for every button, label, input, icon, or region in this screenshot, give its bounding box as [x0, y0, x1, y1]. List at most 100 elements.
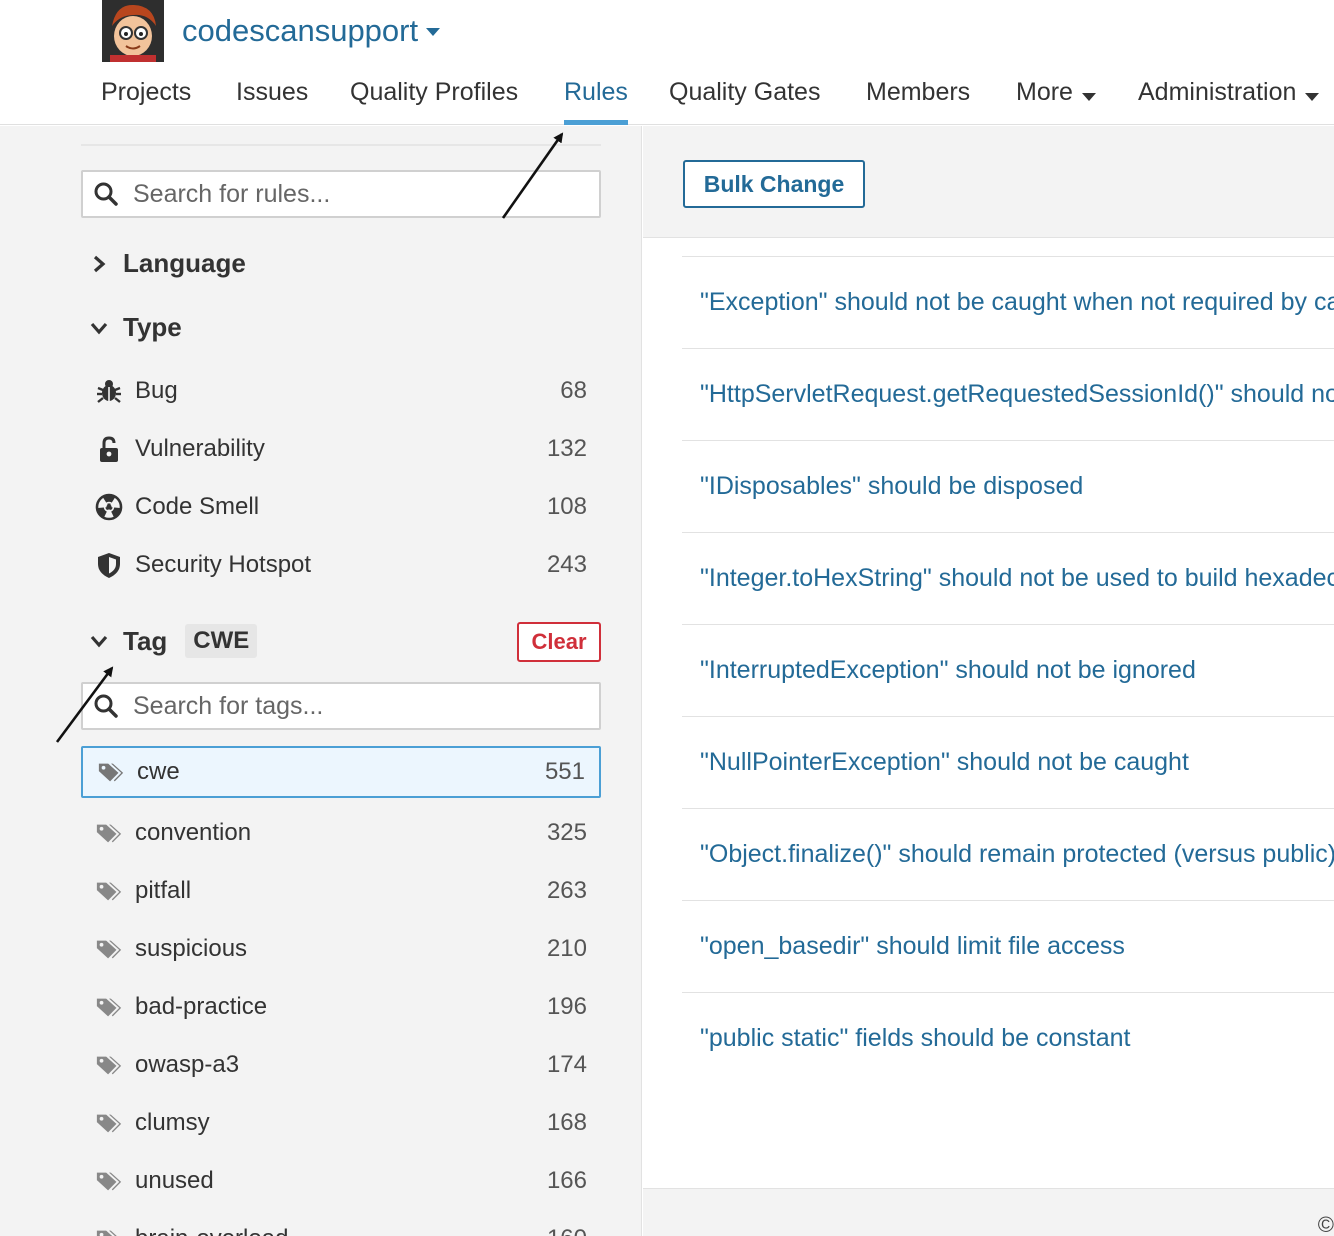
facet-item-count: 132: [546, 435, 587, 462]
facet-tag-suspicious[interactable]: suspicious 210: [81, 923, 601, 975]
facet-tag-pitfall[interactable]: pitfall 263: [81, 865, 601, 917]
facet-tag-convention[interactable]: convention 325: [81, 807, 601, 859]
nav-administration[interactable]: Administration: [1138, 78, 1320, 125]
tags-icon: [95, 1225, 123, 1236]
rules-toolbar: Bulk Change: [643, 126, 1334, 238]
facet-type-bug[interactable]: Bug 68: [81, 365, 601, 417]
rule-row[interactable]: "InterruptedException" should not be ign…: [682, 624, 1334, 716]
rule-row[interactable]: "Object.finalize()" should remain protec…: [682, 808, 1334, 900]
facet-item-label: Bug: [135, 377, 178, 404]
bulk-change-button[interactable]: Bulk Change: [683, 160, 865, 208]
organization-switcher[interactable]: codescansupport: [102, 0, 441, 62]
facet-item-label: suspicious: [135, 935, 248, 962]
rule-link[interactable]: "public static" fields should be constan…: [700, 1024, 1131, 1053]
chevron-down-icon: [88, 317, 110, 339]
rule-link[interactable]: "Integer.toHexString" should not be used…: [700, 564, 1334, 593]
rule-link[interactable]: "open_basedir" should limit file access: [700, 932, 1125, 961]
avatar-image: [102, 0, 164, 62]
facet-tag-header[interactable]: Tag CWE: [88, 624, 258, 658]
nav-members[interactable]: Members: [866, 78, 970, 125]
facet-item-count: 174: [546, 1051, 587, 1078]
clear-tag-filter-button[interactable]: Clear: [517, 622, 601, 662]
rule-row[interactable]: "HttpServletRequest.getRequestedSessionI…: [682, 348, 1334, 440]
facet-item-count: 325: [546, 819, 587, 846]
nav-label: Projects: [101, 78, 192, 106]
divider: [81, 144, 601, 146]
facet-tag-brain-overload[interactable]: brain-overload 160: [81, 1213, 601, 1236]
facet-title: Language: [123, 248, 246, 278]
tags-icon: [95, 1109, 123, 1137]
nav-label: More: [1016, 78, 1073, 106]
nav-projects[interactable]: Projects: [101, 78, 191, 125]
facet-item-label: bad-practice: [135, 993, 268, 1020]
facet-tag-unused[interactable]: unused 166: [81, 1155, 601, 1207]
rule-link[interactable]: "NullPointerException" should not be cau…: [700, 748, 1189, 777]
facet-language-header[interactable]: Language: [88, 248, 246, 279]
facet-item-count: 210: [546, 935, 587, 962]
facet-tag-clumsy[interactable]: clumsy 168: [81, 1097, 601, 1149]
facet-type-code-smell[interactable]: Code Smell 108: [81, 481, 601, 533]
rule-link[interactable]: "HttpServletRequest.getRequestedSessionI…: [700, 380, 1334, 409]
facet-item-count: 168: [546, 1109, 587, 1136]
nav-label: Issues: [236, 78, 309, 106]
facet-title: Tag: [123, 625, 168, 656]
facet-item-count: 160: [547, 1225, 587, 1236]
tags-icon: [95, 935, 123, 963]
facet-tag-cwe[interactable]: cwe 551: [81, 746, 601, 798]
rule-search-input[interactable]: [133, 179, 573, 209]
rule-row[interactable]: "Integer.toHexString" should not be used…: [682, 532, 1334, 624]
rule-row[interactable]: "open_basedir" should limit file access: [682, 900, 1334, 992]
selected-tag-pill: CWE: [185, 624, 258, 658]
nav-label: Quality Gates: [669, 78, 821, 106]
lock-icon: [95, 435, 123, 463]
rule-link[interactable]: "Object.finalize()" should remain protec…: [700, 840, 1334, 869]
facet-title: Type: [123, 312, 182, 342]
nav-quality-gates[interactable]: Quality Gates: [669, 78, 820, 125]
nav-issues[interactable]: Issues: [236, 78, 308, 125]
main-nav: Projects Issues Quality Profiles Rules Q…: [0, 78, 1334, 125]
nav-quality-profiles[interactable]: Quality Profiles: [350, 78, 518, 125]
facet-item-count: 108: [546, 493, 587, 520]
avatar: [102, 0, 164, 62]
shield-icon: [95, 551, 123, 579]
rule-row[interactable]: "NullPointerException" should not be cau…: [682, 716, 1334, 808]
facet-item-count: 68: [560, 377, 587, 404]
facet-item-label: unused: [135, 1167, 214, 1194]
rule-search-box[interactable]: [81, 170, 601, 218]
rule-row[interactable]: "Exception" should not be caught when no…: [682, 256, 1334, 348]
tags-icon: [95, 1167, 123, 1195]
bug-icon: [95, 377, 123, 405]
rule-row[interactable]: "IDisposables" should be disposed: [682, 440, 1334, 532]
org-name[interactable]: codescansupport: [182, 13, 441, 49]
nav-rules[interactable]: Rules: [564, 78, 628, 125]
tags-icon: [95, 819, 123, 847]
tag-search-box[interactable]: [81, 682, 601, 730]
top-navbar: codescansupport Projects Issues Quality …: [0, 0, 1334, 125]
facet-tag-owasp-a3[interactable]: owasp-a3 174: [81, 1039, 601, 1091]
rule-link[interactable]: "Exception" should not be caught when no…: [700, 288, 1334, 317]
facet-type-security-hotspot[interactable]: Security Hotspot 243: [81, 539, 601, 591]
tags-icon: [97, 758, 125, 786]
tags-icon: [95, 877, 123, 905]
tag-search-input[interactable]: [133, 691, 573, 721]
facet-item-count: 166: [546, 1167, 587, 1194]
nav-label: Quality Profiles: [350, 78, 519, 106]
search-icon: [93, 181, 119, 207]
rule-link[interactable]: "IDisposables" should be disposed: [700, 472, 1083, 501]
facet-item-label: owasp-a3: [135, 1051, 240, 1078]
facet-item-count: 551: [544, 758, 585, 785]
rule-link[interactable]: "InterruptedException" should not be ign…: [700, 656, 1196, 685]
nav-more[interactable]: More: [1016, 78, 1096, 125]
facet-item-label: Vulnerability: [135, 435, 265, 462]
facet-type-header[interactable]: Type: [88, 312, 182, 343]
facet-type-vulnerability[interactable]: Vulnerability 132: [81, 423, 601, 475]
rule-row[interactable]: "public static" fields should be constan…: [682, 992, 1334, 1084]
caret-down-icon: [426, 28, 441, 36]
facet-tag-bad-practice[interactable]: bad-practice 196: [81, 981, 601, 1033]
facet-item-count: 263: [546, 877, 587, 904]
tags-icon: [95, 993, 123, 1021]
page-footer: ©: [643, 1188, 1334, 1236]
caret-down-icon: [1305, 93, 1320, 101]
tags-icon: [95, 1051, 123, 1079]
facet-item-label: Security Hotspot: [135, 551, 312, 578]
